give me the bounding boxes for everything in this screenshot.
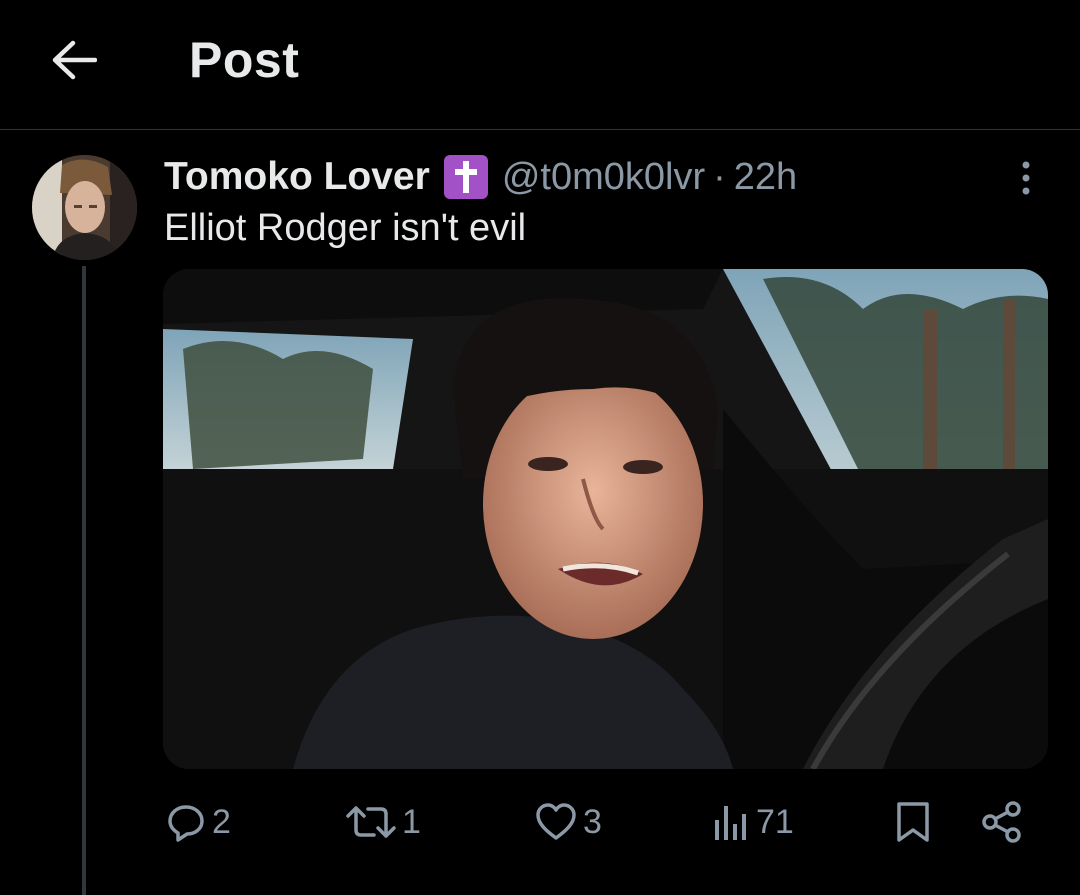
top-app-bar: Post <box>0 0 1080 130</box>
like-count: 3 <box>583 802 602 841</box>
reply-button[interactable]: 2 <box>166 790 231 854</box>
post-media[interactable] <box>163 269 1048 769</box>
post-header: Tomoko Lover @t0m0k0lvr · 22h <box>164 152 797 202</box>
more-vertical-icon <box>1022 161 1030 195</box>
back-button[interactable] <box>44 30 104 90</box>
repost-icon <box>346 802 396 842</box>
views-icon <box>712 802 750 842</box>
bookmark-button[interactable] <box>894 790 932 854</box>
post-text: Elliot Rodger isn't evil <box>164 207 527 249</box>
bookmark-icon <box>894 800 932 844</box>
page-title: Post <box>189 32 300 88</box>
arrow-left-icon <box>52 40 97 80</box>
share-button[interactable] <box>980 790 1024 854</box>
reply-count: 2 <box>212 802 231 841</box>
like-button[interactable]: 3 <box>535 790 602 854</box>
author-name[interactable]: Tomoko Lover <box>164 155 430 199</box>
view-count: 71 <box>756 802 794 841</box>
post-actions: 2 1 3 71 <box>0 790 1080 854</box>
heart-icon <box>535 802 577 842</box>
reply-icon <box>166 802 206 842</box>
share-icon <box>980 800 1024 844</box>
avatar-image <box>32 155 137 260</box>
more-options-button[interactable] <box>1006 156 1046 200</box>
views-button[interactable]: 71 <box>712 790 794 854</box>
post-time[interactable]: 22h <box>734 156 797 199</box>
separator-dot: · <box>713 155 726 198</box>
repost-count: 1 <box>402 802 421 841</box>
media-image <box>163 269 1048 769</box>
latin-cross-icon <box>443 155 488 199</box>
avatar[interactable] <box>32 155 137 260</box>
author-handle[interactable]: @t0m0k0lvr <box>502 156 705 199</box>
repost-button[interactable]: 1 <box>346 790 421 854</box>
